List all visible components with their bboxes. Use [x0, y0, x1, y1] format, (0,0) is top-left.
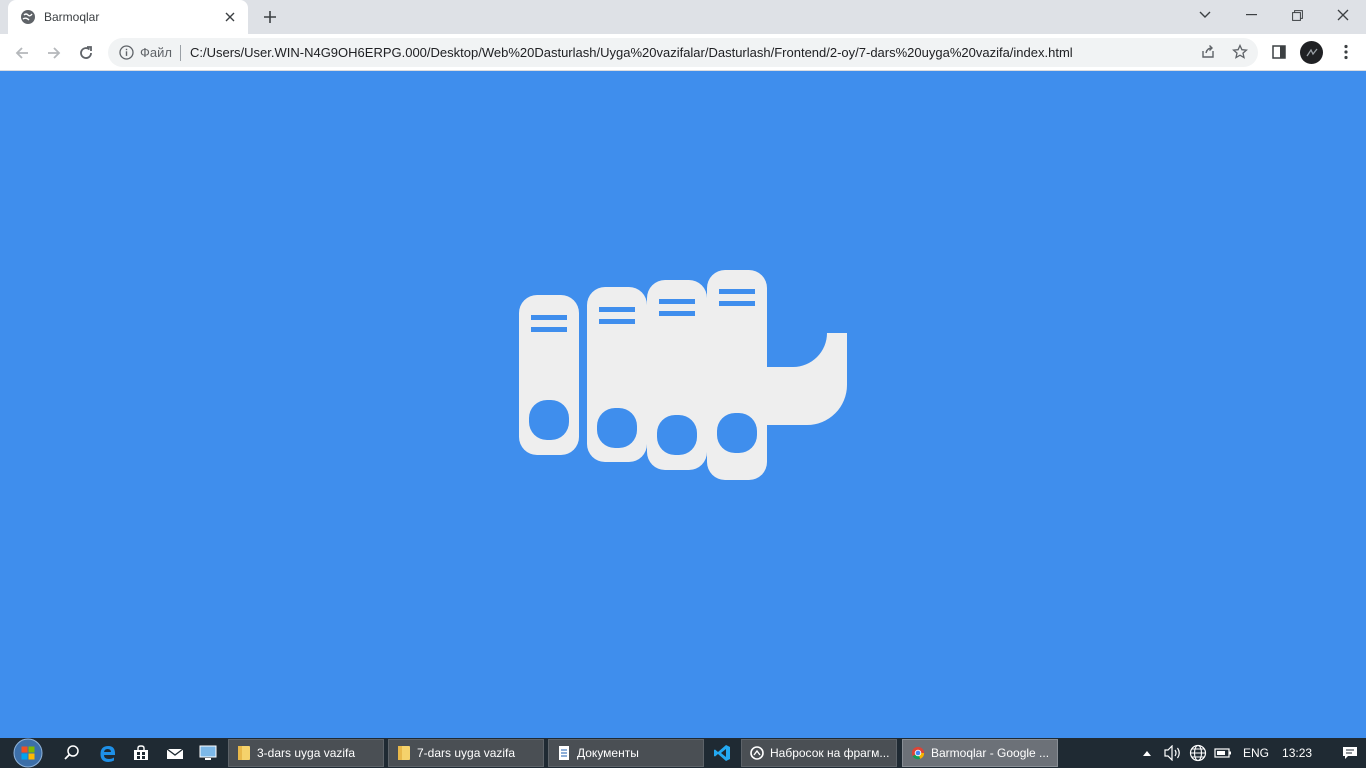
finger-3	[647, 280, 707, 470]
clock[interactable]: 13:23	[1282, 746, 1312, 760]
tray-expand-icon[interactable]	[1140, 750, 1154, 756]
taskbar-label: Документы	[577, 746, 639, 760]
address-divider	[179, 44, 181, 61]
folder-icon	[398, 746, 410, 760]
tab-strip: Barmoqlar	[0, 0, 1366, 34]
chrome-icon	[911, 746, 925, 760]
language-indicator[interactable]: ENG	[1243, 746, 1269, 760]
taskbar-label: 7-dars uyga vazifa	[417, 746, 516, 760]
finger-knuckle	[529, 400, 569, 440]
taskbar-button-3[interactable]: Документы	[548, 739, 704, 767]
edge-icon[interactable]	[94, 741, 122, 765]
finger-line	[659, 311, 695, 316]
close-tab-icon[interactable]	[222, 9, 238, 25]
new-tab-button[interactable]	[258, 6, 282, 28]
mail-icon[interactable]	[161, 741, 189, 765]
address-bar[interactable]: Файл C:/Users/User.WIN-N4G9OH6ERPG.000/D…	[108, 38, 1258, 67]
snip-icon	[750, 746, 764, 760]
finger-knuckle	[597, 408, 637, 448]
browser-tab[interactable]: Barmoqlar	[8, 0, 248, 34]
taskbar-button-1[interactable]: 3-dars uyga vazifa	[228, 739, 384, 767]
restore-button[interactable]	[1274, 0, 1320, 30]
taskbar-button-2[interactable]: 7-dars uyga vazifa	[388, 739, 544, 767]
taskbar-button-5[interactable]: Barmoqlar - Google ...	[902, 739, 1058, 767]
address-scheme: Файл	[140, 45, 172, 60]
start-button[interactable]	[8, 738, 48, 768]
tab-title: Barmoqlar	[44, 10, 100, 24]
finger-line	[599, 319, 635, 324]
finger-line	[719, 289, 755, 294]
hand-illustration	[0, 71, 1366, 738]
finger-2	[587, 287, 647, 462]
finger-knuckle	[717, 413, 757, 453]
tray-area: ENG 13:23	[1140, 738, 1358, 768]
finger-4	[707, 270, 767, 480]
close-window-button[interactable]	[1320, 0, 1366, 30]
finger-line	[531, 327, 567, 332]
side-panel-icon[interactable]	[1267, 40, 1291, 64]
bookmark-star-icon[interactable]	[1228, 40, 1252, 64]
taskbar-label: Набросок на фрагм...	[770, 746, 890, 760]
taskbar-button-4[interactable]: Набросок на фрагм...	[741, 739, 897, 767]
info-icon[interactable]	[118, 45, 134, 61]
menu-dots-icon[interactable]	[1334, 40, 1358, 64]
finger-1	[519, 295, 579, 455]
volume-icon[interactable]	[1164, 745, 1182, 761]
folder-icon	[238, 746, 250, 760]
taskbar-label: Barmoqlar - Google ...	[931, 746, 1050, 760]
share-icon[interactable]	[1196, 40, 1220, 64]
browser-toolbar: Файл C:/Users/User.WIN-N4G9OH6ERPG.000/D…	[0, 34, 1366, 71]
store-icon[interactable]	[127, 741, 155, 765]
minimize-button[interactable]	[1228, 0, 1274, 30]
taskbar-label: 3-dars uyga vazifa	[257, 746, 356, 760]
network-icon[interactable]	[1189, 744, 1207, 762]
finger-line	[599, 307, 635, 312]
forward-button[interactable]	[41, 40, 67, 66]
finger-line	[531, 315, 567, 320]
finger-line	[659, 299, 695, 304]
desktop-icon[interactable]	[194, 741, 222, 765]
taskbar: 3-dars uyga vazifa 7-dars uyga vazifa До…	[0, 738, 1366, 768]
vscode-icon[interactable]	[708, 741, 736, 765]
finger-knuckle	[657, 415, 697, 455]
tab-search-button[interactable]	[1182, 0, 1228, 30]
battery-icon[interactable]	[1214, 747, 1232, 759]
reload-button[interactable]	[73, 40, 99, 66]
globe-icon	[20, 9, 36, 25]
document-icon	[559, 746, 569, 760]
back-button[interactable]	[9, 40, 35, 66]
page-viewport	[0, 71, 1366, 738]
address-url[interactable]: C:/Users/User.WIN-N4G9OH6ERPG.000/Deskto…	[190, 45, 1258, 60]
profile-avatar[interactable]	[1300, 41, 1323, 64]
notification-icon[interactable]	[1342, 746, 1358, 760]
finger-line	[719, 301, 755, 306]
search-icon[interactable]	[58, 741, 86, 765]
